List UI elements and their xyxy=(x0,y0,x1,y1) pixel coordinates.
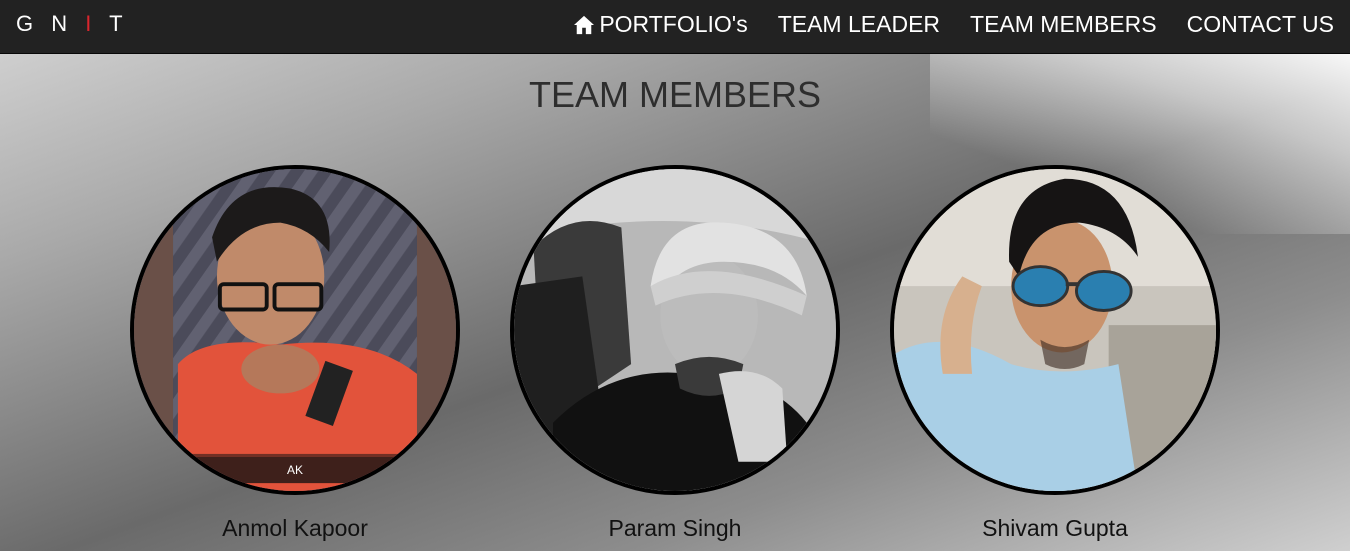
brand-text-pre: G N xyxy=(16,10,86,36)
member-card-param: Param Singh xyxy=(510,165,840,542)
home-icon xyxy=(574,15,595,34)
brand-logo[interactable]: G N I T xyxy=(16,11,129,37)
member-name: Shivam Gupta xyxy=(982,515,1128,541)
nav-links: PORTFOLIO's TEAM LEADER TEAM MEMBERS CON… xyxy=(543,11,1334,38)
photo-caption: AK xyxy=(134,457,456,483)
brand-text-accent: I xyxy=(85,10,98,36)
member-photo[interactable]: AK xyxy=(130,165,460,495)
member-card-shivam: Shivam Gupta xyxy=(890,165,1220,542)
member-photo-image xyxy=(514,169,836,491)
member-name: Anmol Kapoor xyxy=(222,515,368,541)
member-photo[interactable] xyxy=(510,165,840,495)
member-name: Param Singh xyxy=(608,515,742,541)
nav-link-label: PORTFOLIO's xyxy=(599,11,748,37)
nav-link-team-leader[interactable]: TEAM LEADER xyxy=(778,11,940,38)
member-photo[interactable] xyxy=(890,165,1220,495)
nav-link-contact-us[interactable]: CONTACT US xyxy=(1187,11,1334,38)
member-card-anmol: AK Anmol Kapoor xyxy=(130,165,460,542)
nav-link-portfolio[interactable]: PORTFOLIO's xyxy=(573,11,748,38)
brand-text-post: T xyxy=(97,10,129,36)
page-title: TEAM MEMBERS xyxy=(528,74,822,115)
member-photo-image xyxy=(134,169,456,491)
top-navbar: G N I T PORTFOLIO's TEAM LEADER TEAM MEM… xyxy=(0,0,1350,54)
nav-link-team-members[interactable]: TEAM MEMBERS xyxy=(970,11,1157,38)
member-photo-image xyxy=(894,169,1216,491)
